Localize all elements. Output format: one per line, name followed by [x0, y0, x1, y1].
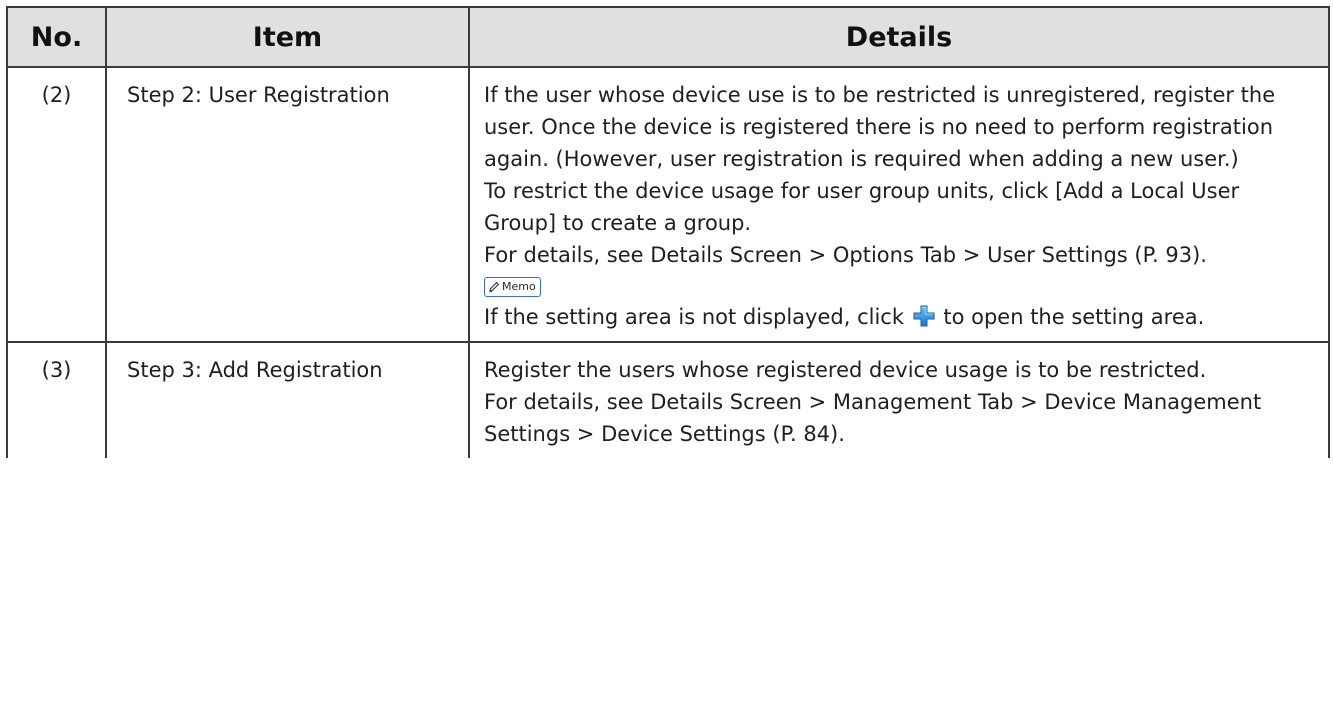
memo-text: If the setting area is not displayed, cl…	[484, 301, 1316, 333]
memo-text-after: to open the setting area.	[936, 305, 1205, 329]
memo-row: Memo	[484, 271, 1316, 301]
details-paragraph: For details, see Details Screen > Manage…	[484, 390, 1262, 446]
memo-text-before: If the setting area is not displayed, cl…	[484, 305, 911, 329]
header-details: Details	[468, 6, 1330, 68]
row-item: Step 2: User Registration	[105, 66, 470, 343]
details-paragraph: To restrict the device usage for user gr…	[484, 179, 1240, 235]
details-table: No. Item Details (2) Step 2: User Regist…	[6, 6, 1330, 458]
row-item: Step 3: Add Registration	[105, 341, 470, 458]
details-paragraph: For details, see Details Screen > Option…	[484, 243, 1207, 267]
pencil-icon	[489, 281, 500, 292]
memo-label: Memo	[502, 280, 536, 293]
table-row: (2) Step 2: User Registration If the use…	[6, 66, 1330, 343]
row-number: (2)	[6, 66, 107, 343]
row-details: If the user whose device use is to be re…	[468, 66, 1330, 343]
row-number: (3)	[6, 341, 107, 458]
row-details: Register the users whose registered devi…	[468, 341, 1330, 458]
details-paragraph: Register the users whose registered devi…	[484, 358, 1207, 382]
memo-badge: Memo	[484, 277, 541, 297]
details-paragraph: If the user whose device use is to be re…	[484, 83, 1276, 171]
header-no: No.	[6, 6, 107, 68]
table-row: (3) Step 3: Add Registration Register th…	[6, 341, 1330, 458]
table-header-row: No. Item Details	[6, 6, 1330, 68]
plus-icon	[913, 305, 935, 327]
header-item: Item	[105, 6, 470, 68]
